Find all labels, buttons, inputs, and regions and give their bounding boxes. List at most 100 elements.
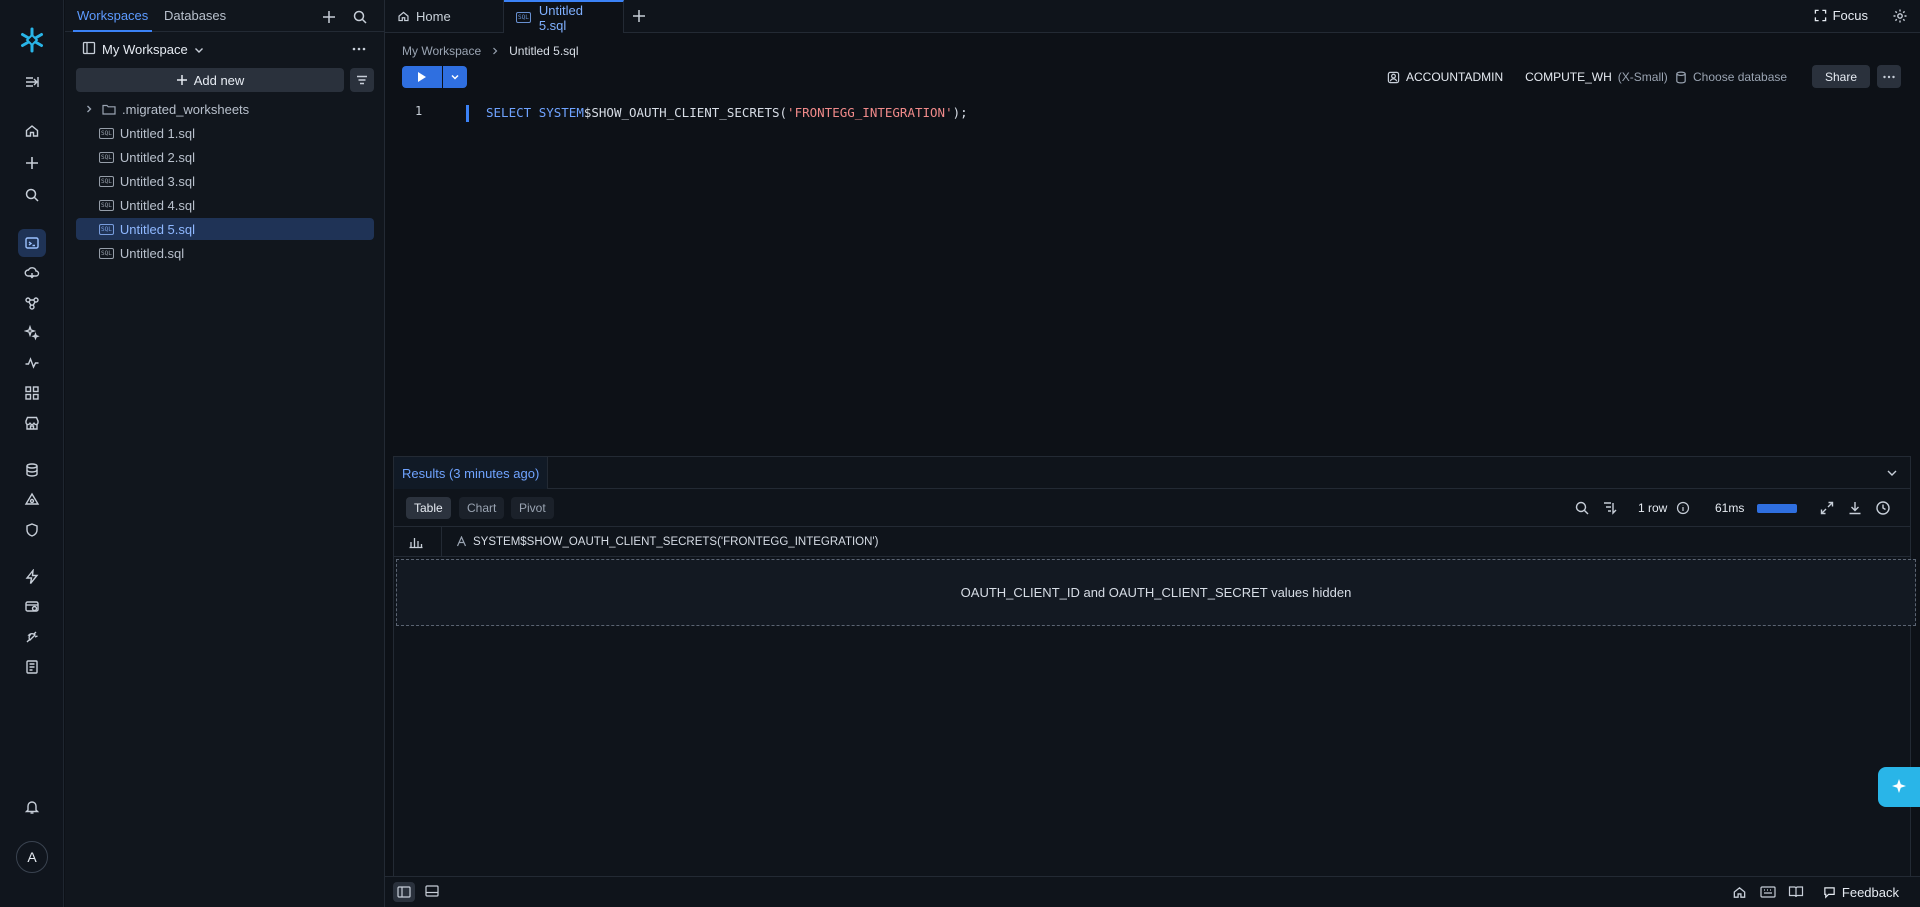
nav-rail: A — [0, 0, 64, 907]
feedback-label: Feedback — [1841, 885, 1899, 900]
row-count: 1 row — [1638, 501, 1668, 515]
file-label: Untitled.sql — [119, 245, 185, 261]
tab-databases[interactable]: Databases — [164, 8, 226, 23]
query-history-icon[interactable] — [1875, 500, 1891, 516]
code-keyword: SELECT — [486, 105, 532, 120]
file-label: Untitled 1.sql — [119, 125, 195, 141]
search-icon[interactable] — [351, 8, 369, 26]
run-button[interactable] — [402, 66, 442, 88]
plus-icon — [176, 75, 187, 85]
add-new-button[interactable]: Add new — [76, 68, 344, 92]
home-icon[interactable] — [18, 117, 46, 145]
user-avatar[interactable]: A — [16, 841, 48, 873]
feedback-button[interactable]: Feedback — [1823, 885, 1899, 900]
run-options-button[interactable] — [443, 66, 467, 88]
collapse-results-icon[interactable] — [1886, 467, 1898, 479]
chevron-down-icon — [451, 74, 459, 80]
tab-label: Home — [416, 9, 451, 24]
explorer-panel: Workspaces Databases My Workspace Add ne… — [65, 0, 385, 907]
file-untitled-1[interactable]: SQL Untitled 1.sql — [76, 122, 374, 144]
warehouse-label: COMPUTE_WH — [1525, 70, 1612, 84]
monitoring-icon[interactable] — [18, 349, 46, 377]
governance-icon[interactable] — [18, 516, 46, 544]
results-title[interactable]: Results (3 minutes ago) — [394, 457, 549, 489]
ai-assistant-button[interactable] — [1878, 767, 1920, 807]
sort-button[interactable] — [350, 68, 374, 92]
workspace-selector[interactable]: My Workspace — [65, 36, 385, 62]
sql-file-icon: SQL — [99, 151, 114, 163]
file-untitled-5[interactable]: SQL Untitled 5.sql — [76, 218, 374, 240]
breadcrumb-file[interactable]: Untitled 5.sql — [509, 44, 578, 58]
file-untitled-2[interactable]: SQL Untitled 2.sql — [76, 146, 374, 168]
marketplace-icon[interactable] — [18, 409, 46, 437]
databases-icon[interactable] — [18, 456, 46, 484]
line-number: 1 — [415, 104, 423, 118]
file-untitled-4[interactable]: SQL Untitled 4.sql — [76, 194, 374, 216]
more-options-button[interactable] — [1877, 65, 1901, 88]
create-icon[interactable] — [18, 149, 46, 177]
view-chart-button[interactable]: Chart — [459, 497, 505, 519]
collapse-sidebar-icon[interactable] — [18, 68, 46, 96]
worksheets-icon[interactable] — [18, 229, 46, 257]
apps-icon[interactable] — [18, 379, 46, 407]
catalog-icon[interactable] — [18, 486, 46, 514]
role-warehouse-selector[interactable]: ACCOUNTADMIN COMPUTE_WH (X-Small) — [1387, 67, 1668, 87]
add-new-label: Add new — [193, 72, 245, 88]
results-toolbar: Table Chart Pivot 1 row 61ms — [394, 489, 1910, 527]
new-tab-icon[interactable] — [631, 8, 647, 24]
info-icon[interactable] — [1676, 501, 1690, 515]
focus-button[interactable]: Focus — [1814, 8, 1868, 23]
docs-icon[interactable] — [18, 653, 46, 681]
tab-untitled-5[interactable]: SQL Untitled 5.sql — [504, 0, 624, 33]
more-options-icon[interactable] — [351, 43, 367, 55]
sql-file-icon: SQL — [99, 223, 114, 235]
panel-bottom-icon[interactable] — [425, 885, 439, 897]
home-icon[interactable] — [1732, 885, 1747, 900]
file-label: Untitled 2.sql — [119, 149, 195, 165]
snowflake-logo-icon[interactable] — [18, 26, 46, 54]
sparkle-icon — [1892, 779, 1906, 793]
ai-icon[interactable] — [18, 319, 46, 347]
projects-icon[interactable] — [18, 289, 46, 317]
explorer-tabs: Workspaces Databases — [65, 0, 385, 32]
help-icon[interactable] — [18, 623, 46, 651]
file-untitled-3[interactable]: SQL Untitled 3.sql — [76, 170, 374, 192]
admin-icon[interactable] — [18, 593, 46, 621]
code-end: ); — [952, 105, 968, 120]
view-table-button[interactable]: Table — [406, 497, 451, 519]
breadcrumb-workspace[interactable]: My Workspace — [402, 44, 481, 58]
data-icon[interactable] — [18, 259, 46, 287]
tab-workspaces[interactable]: Workspaces — [72, 8, 153, 32]
database-selector[interactable]: Choose database — [1675, 67, 1787, 87]
panel-left-icon — [397, 886, 411, 898]
expand-icon[interactable] — [1819, 500, 1835, 516]
view-pivot-button[interactable]: Pivot — [511, 497, 554, 519]
tab-home[interactable]: Home — [385, 0, 504, 33]
focus-icon — [1814, 9, 1826, 22]
notifications-icon[interactable] — [18, 793, 46, 821]
query-duration: 61ms — [1715, 501, 1745, 515]
database-label: Choose database — [1693, 70, 1788, 84]
settings-gear-icon[interactable] — [1892, 8, 1908, 24]
sidebar-layout-toggle[interactable] — [393, 882, 415, 902]
share-button[interactable]: Share — [1812, 65, 1870, 88]
sql-file-icon: SQL — [99, 127, 114, 139]
keyboard-icon[interactable] — [1760, 885, 1776, 899]
sql-editor[interactable]: SELECT SYSTEM$SHOW_OAUTH_CLIENT_SECRETS(… — [486, 105, 968, 120]
filter-columns-icon[interactable] — [1602, 500, 1618, 516]
column-stats-icon[interactable] — [408, 535, 424, 549]
search-icon[interactable] — [18, 181, 46, 209]
download-icon[interactable] — [1847, 500, 1863, 516]
file-untitled[interactable]: SQL Untitled.sql — [76, 242, 374, 264]
sql-file-icon: SQL — [99, 175, 114, 187]
active-line-marker — [466, 105, 469, 122]
column-header[interactable]: SYSTEM$SHOW_OAUTH_CLIENT_SECRETS('FRONTE… — [473, 536, 878, 548]
search-results-icon[interactable] — [1574, 500, 1590, 516]
sort-icon — [357, 75, 367, 85]
docs-book-icon[interactable] — [1788, 885, 1804, 899]
folder-migrated-worksheets[interactable]: .migrated_worksheets — [76, 98, 374, 120]
code-keyword: SYSTEM — [538, 105, 584, 120]
add-icon[interactable] — [320, 8, 338, 26]
activity-icon[interactable] — [18, 563, 46, 591]
text-type-icon — [456, 536, 467, 547]
